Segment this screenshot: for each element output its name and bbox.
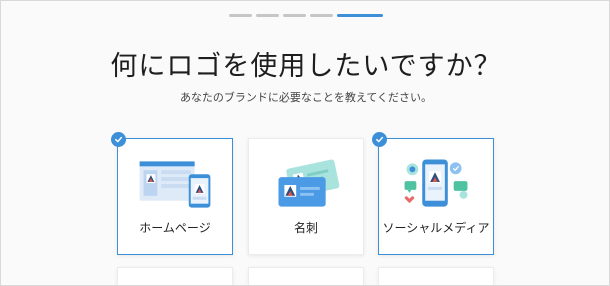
progress-step-4 xyxy=(310,14,333,17)
business-card-icon xyxy=(278,159,340,207)
option-card-website[interactable]: ホームページ xyxy=(111,132,233,255)
website-icon xyxy=(139,161,211,208)
page-subtitle: あなたのブランドに必要なことを教えてください。 xyxy=(179,91,433,104)
option-card-partial[interactable] xyxy=(248,267,364,285)
checkmark-icon xyxy=(111,132,126,147)
option-label: 名刺 xyxy=(293,221,318,235)
progress-step-1 xyxy=(229,14,252,17)
app-frame: 何にロゴを使用したいですか？ あなたのブランドに必要なことを教えてください。 ホ… xyxy=(0,0,610,286)
option-label: ソーシャルメディア xyxy=(382,221,490,235)
option-card-partial[interactable] xyxy=(378,267,494,285)
progress-step-5-current xyxy=(337,14,383,17)
option-card-partial[interactable] xyxy=(117,267,233,285)
page-title: 何にロゴを使用したいですか？ xyxy=(110,51,502,82)
progress-step-2 xyxy=(256,14,279,17)
checkmark-icon xyxy=(372,132,387,147)
option-label: ホームページ xyxy=(139,221,211,235)
option-card-social-media[interactable]: ソーシャルメディア xyxy=(372,132,494,255)
social-media-icon xyxy=(404,159,468,207)
option-card-business-card[interactable]: 名刺 xyxy=(248,138,364,255)
progress-indicator xyxy=(229,14,383,17)
progress-step-3 xyxy=(283,14,306,17)
